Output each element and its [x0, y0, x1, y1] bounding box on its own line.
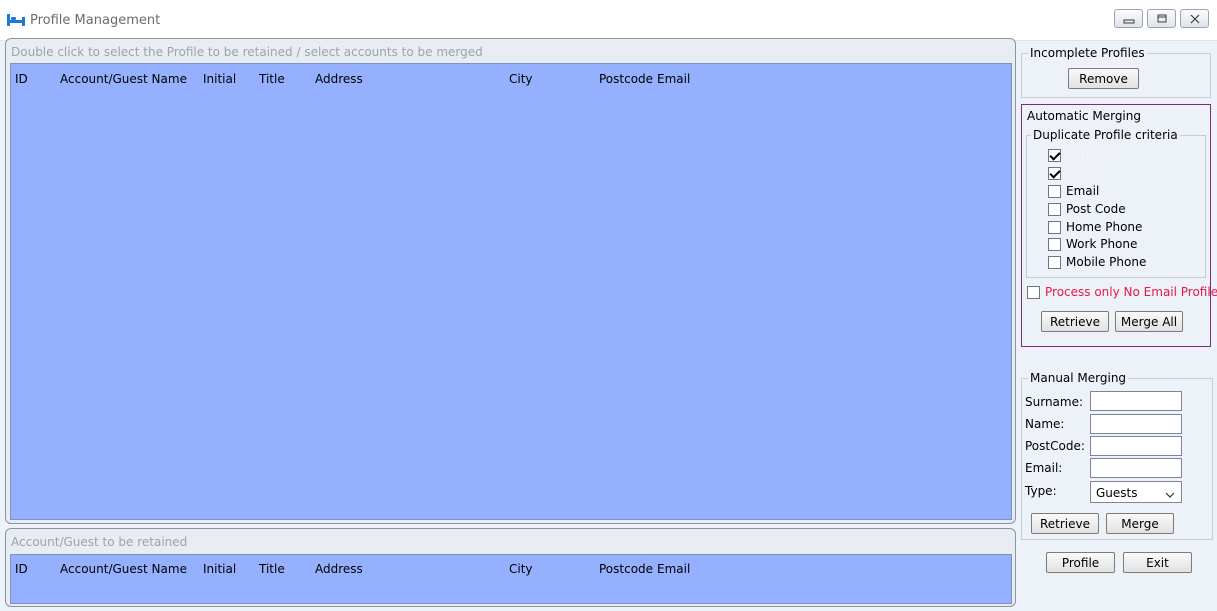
type-field-label: Type:: [1025, 484, 1057, 498]
surname-input[interactable]: [1090, 391, 1182, 411]
column-header-email[interactable]: Email: [657, 562, 690, 576]
work-phone-checkbox[interactable]: [1048, 237, 1061, 251]
window-controls: [1114, 9, 1209, 28]
criteria-initial[interactable]: Initial: [1048, 165, 1099, 181]
postcode-input[interactable]: [1090, 436, 1182, 456]
mobile-phone-label: Mobile Phone: [1066, 255, 1147, 269]
merge-button[interactable]: Merge: [1106, 513, 1174, 534]
email-label: Email: [1066, 184, 1100, 198]
profiles-panel: Double click to select the Profile to be…: [5, 38, 1016, 524]
criteria-email[interactable]: Email: [1048, 183, 1099, 199]
close-button[interactable]: [1180, 9, 1209, 28]
column-header-account-guest-name[interactable]: Account/Guest Name: [60, 72, 187, 86]
profiles-panel-caption: Double click to select the Profile to be…: [11, 45, 483, 59]
surname-checkbox[interactable]: [1048, 148, 1061, 162]
manual-retrieve-button[interactable]: Retrieve: [1031, 513, 1099, 534]
column-header-city[interactable]: City: [509, 72, 533, 86]
minimize-icon: [1123, 19, 1135, 24]
retained-panel: Account/Guest to be retained ID Account/…: [5, 528, 1016, 607]
close-icon: [1190, 14, 1200, 24]
column-header-title[interactable]: Title: [259, 72, 285, 86]
initial-label: Initial: [1066, 166, 1100, 180]
criteria-post-code[interactable]: Post Code: [1048, 201, 1126, 217]
column-header-account-guest-name[interactable]: Account/Guest Name: [60, 562, 187, 576]
email-checkbox[interactable]: [1048, 184, 1061, 198]
name-input[interactable]: [1090, 414, 1182, 434]
duplicate-criteria-title: Duplicate Profile criteria: [1031, 128, 1180, 142]
type-select-value: Guests: [1096, 486, 1138, 500]
bed-icon: [7, 14, 25, 26]
work-phone-label: Work Phone: [1066, 237, 1138, 251]
minimize-button[interactable]: [1114, 9, 1143, 28]
window-title: Profile Management: [30, 13, 161, 28]
column-header-title[interactable]: Title: [259, 562, 285, 576]
column-header-postcode[interactable]: Postcode: [599, 72, 653, 86]
post-code-checkbox[interactable]: [1048, 202, 1061, 216]
remove-button[interactable]: Remove: [1068, 68, 1139, 89]
initial-checkbox[interactable]: [1048, 166, 1061, 180]
column-header-id[interactable]: ID: [15, 72, 28, 86]
duplicate-criteria-group: Duplicate Profile criteria Surname Initi…: [1026, 128, 1206, 278]
mobile-phone-checkbox[interactable]: [1048, 255, 1061, 269]
title-bar: Profile Management: [0, 0, 1217, 41]
automatic-merging-title: Automatic Merging: [1027, 109, 1141, 123]
incomplete-profiles-group: Incomplete Profiles Remove: [1021, 46, 1211, 98]
no-email-option[interactable]: Process only No Email Profiles: [1027, 284, 1217, 300]
profiles-list[interactable]: ID Account/Guest Name Initial Title Addr…: [10, 63, 1012, 520]
post-code-label: Post Code: [1066, 202, 1126, 216]
column-header-postcode[interactable]: Postcode: [599, 562, 653, 576]
manual-merging-title: Manual Merging: [1028, 371, 1129, 385]
restore-icon: [1157, 14, 1167, 23]
criteria-surname[interactable]: Surname: [1048, 147, 1120, 163]
criteria-work-phone[interactable]: Work Phone: [1048, 236, 1137, 252]
retained-list[interactable]: ID Account/Guest Name Initial Title Addr…: [10, 554, 1012, 604]
type-select[interactable]: Guests: [1090, 481, 1182, 503]
no-email-checkbox[interactable]: [1027, 285, 1040, 299]
column-header-initial[interactable]: Initial: [203, 72, 236, 86]
merge-all-button[interactable]: Merge All: [1115, 311, 1183, 332]
criteria-home-phone[interactable]: Home Phone: [1048, 219, 1142, 235]
column-header-address[interactable]: Address: [315, 562, 363, 576]
retained-panel-caption: Account/Guest to be retained: [11, 535, 188, 549]
column-header-email[interactable]: Email: [657, 72, 690, 86]
criteria-mobile-phone[interactable]: Mobile Phone: [1048, 254, 1146, 270]
name-field-label: Name:: [1025, 417, 1065, 431]
profile-button[interactable]: Profile: [1046, 552, 1115, 573]
home-phone-label: Home Phone: [1066, 220, 1143, 234]
maximize-button[interactable]: [1147, 9, 1176, 28]
automatic-merging-group: Automatic Merging Duplicate Profile crit…: [1021, 104, 1217, 347]
manual-merging-group: Manual Merging Surname: Name: PostCode: …: [1021, 371, 1213, 540]
email-input[interactable]: [1090, 458, 1182, 478]
home-phone-checkbox[interactable]: [1048, 220, 1061, 234]
column-header-city[interactable]: City: [509, 562, 533, 576]
exit-button[interactable]: Exit: [1123, 552, 1192, 573]
column-header-id[interactable]: ID: [15, 562, 28, 576]
column-header-address[interactable]: Address: [315, 72, 363, 86]
surname-label: Surname: [1066, 148, 1120, 162]
postcode-field-label: PostCode:: [1025, 439, 1085, 453]
incomplete-profiles-title: Incomplete Profiles: [1028, 46, 1147, 60]
chevron-down-icon: [1165, 488, 1175, 502]
surname-field-label: Surname:: [1025, 395, 1084, 409]
no-email-label: Process only No Email Profiles: [1045, 285, 1217, 299]
column-header-initial[interactable]: Initial: [203, 562, 236, 576]
auto-retrieve-button[interactable]: Retrieve: [1041, 311, 1109, 332]
email-field-label: Email:: [1025, 461, 1063, 475]
